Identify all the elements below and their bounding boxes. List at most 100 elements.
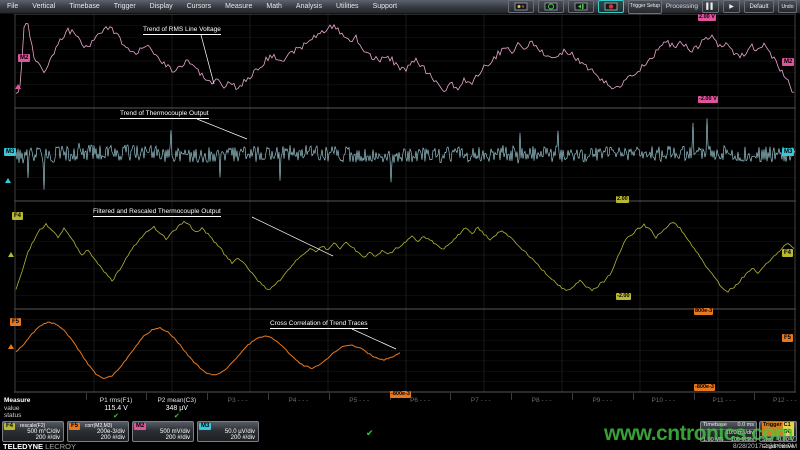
status-check-icon: ✔ — [366, 428, 374, 439]
datetime-display: 8/28/2017 2:21:08 PM — [733, 443, 797, 450]
menu-measure[interactable]: Measure — [218, 0, 259, 13]
trace-tag-M2[interactable]: M2 — [782, 58, 794, 66]
measure-col-1-value: 115.4 V — [81, 405, 151, 412]
menu-vertical[interactable]: Vertical — [25, 0, 62, 13]
descriptor-F4-tab: F4 — [4, 423, 15, 430]
trace-offset-marker[interactable] — [15, 84, 21, 89]
measure-col-1-header[interactable]: P1 rms(F1) — [81, 397, 151, 404]
trace-tag-M3[interactable]: M3 — [4, 148, 16, 156]
menu-file[interactable]: File — [0, 0, 25, 13]
value-row-label: value — [4, 405, 20, 412]
descriptor-F5-points: 200 #/div — [101, 435, 125, 441]
descriptor-F4-points: 200 #/div — [36, 435, 60, 441]
trigger-setup-button[interactable]: Trigger Setup — [628, 0, 662, 14]
default-button[interactable]: Default — [744, 0, 774, 13]
measure-col-1-status: ✔ — [81, 412, 151, 420]
trace-tag-F4[interactable]: F4 — [782, 249, 793, 257]
timebase-samples: 1.00 MS — [703, 437, 723, 444]
descriptor-M3[interactable]: M350.0 µV/div200 #/div — [197, 421, 259, 442]
brand-teledyne: TELEDYNE — [3, 442, 43, 450]
trace-tag-F5[interactable]: F5 — [10, 318, 21, 326]
measure-col-11-header[interactable]: P11 - - - — [689, 397, 759, 404]
menu-bar: FileVerticalTimebaseTriggerDisplayCursor… — [0, 0, 800, 14]
menu-analysis[interactable]: Analysis — [289, 0, 329, 13]
oscilloscope-screen: FileVerticalTimebaseTriggerDisplayCursor… — [0, 0, 800, 450]
trace-tag-M2[interactable]: M2 — [18, 54, 30, 62]
stop-trigger-icon-button[interactable] — [598, 0, 624, 13]
measure-col-12-header[interactable]: P12 - - - — [750, 397, 800, 404]
trace-tag-M3[interactable]: M3 — [782, 148, 794, 156]
measure-col-2-header[interactable]: P2 mean(C3) — [142, 397, 212, 404]
measure-col-9-header[interactable]: P9 - - - — [567, 397, 637, 404]
trace-M2 — [16, 24, 794, 94]
timebase-offset: 0.0 ms — [737, 422, 754, 429]
menu-display[interactable]: Display — [143, 0, 180, 13]
descriptor-M3-tab: M3 — [199, 423, 211, 430]
scale-tag: -800e-3 — [390, 391, 411, 398]
annotation-3: Filtered and Rescaled Thermocouple Outpu… — [93, 208, 221, 217]
trace-tag-F4[interactable]: F4 — [12, 212, 23, 220]
trace-offset-marker[interactable] — [8, 252, 14, 257]
trace-offset-marker[interactable] — [5, 178, 11, 183]
display-grid-icon-button[interactable] — [508, 0, 534, 13]
scale-tag: 2.00 — [616, 196, 629, 203]
play-icon: ▶ — [729, 3, 734, 10]
cursors-icon-button[interactable] — [568, 0, 594, 13]
descriptor-M2-points: 200 #/div — [166, 435, 190, 441]
menu-utilities[interactable]: Utilities — [329, 0, 366, 13]
measure-col-7-header[interactable]: P7 - - - — [446, 397, 516, 404]
measure-col-6-header[interactable]: P6 - - - — [385, 397, 455, 404]
pause-icon: ▌▌ — [706, 4, 715, 10]
timebase-label: Timebase — [703, 422, 727, 429]
trace-offset-marker[interactable] — [8, 344, 14, 349]
descriptor-M2-tab: M2 — [134, 423, 146, 430]
play-button[interactable]: ▶ — [723, 0, 740, 13]
descriptor-F5-tab: F5 — [69, 423, 80, 430]
trigger-summary-box[interactable]: Trigger C1 DC Stop 0.00 V Edge Positive — [759, 421, 797, 442]
menu-cursors[interactable]: Cursors — [180, 0, 219, 13]
undo-button[interactable]: Undo — [778, 0, 797, 13]
trace-M3 — [16, 118, 795, 189]
toolbar-right: Trigger Setup Processing ▌▌ ▶ Default Un… — [508, 0, 800, 14]
cursors-icon — [574, 2, 588, 11]
trigger-label: Trigger — [762, 422, 783, 436]
default-button-label: Default — [749, 4, 768, 10]
measure-row-label: Measure — [4, 397, 30, 404]
brand-logo: TELEDYNE LECROY — [3, 442, 76, 450]
descriptor-F5[interactable]: F5corr(M2,M3)200e-3/div200 #/div — [67, 421, 129, 442]
stop-trigger-icon — [604, 2, 618, 11]
measure-col-2-value: 348 µV — [142, 405, 212, 412]
timebase-scale: 10.0 ms/div — [726, 430, 754, 437]
menu-items: FileVerticalTimebaseTriggerDisplayCursor… — [0, 0, 404, 13]
measure-col-4-header[interactable]: P4 - - - — [263, 397, 333, 404]
measure-col-5-header[interactable]: P5 - - - — [324, 397, 394, 404]
annotation-leader-line — [197, 119, 247, 139]
trigger-source: C1 DC — [783, 422, 794, 436]
pause-button[interactable]: ▌▌ — [702, 0, 719, 13]
scale-tag: -2.00 — [616, 293, 631, 300]
trigger-setup-label: Trigger Setup — [630, 4, 660, 10]
waveform-display — [0, 13, 800, 393]
zoom-icon-button[interactable] — [538, 0, 564, 13]
descriptor-M2[interactable]: M2500 mV/div200 #/div — [132, 421, 194, 442]
scale-tag: 2.00 V — [698, 14, 716, 21]
annotation-2: Trend of Thermocouple Output — [120, 110, 209, 119]
descriptor-F4[interactable]: F4rescale(F2)500 m°C/div200 #/div — [2, 421, 64, 442]
annotation-leader-line — [201, 35, 214, 84]
annotation-1: Trend of RMS Line Voltage — [143, 26, 221, 35]
measure-col-10-header[interactable]: P10 - - - — [628, 397, 698, 404]
zoom-icon — [544, 2, 558, 11]
measure-col-3-header[interactable]: P3 - - - — [203, 397, 273, 404]
timebase-summary-box[interactable]: Timebase 0.0 ms 10.0 ms/div 1.00 MS 100 … — [700, 421, 757, 442]
annotation-4: Cross Correlation of Trend Traces — [270, 320, 368, 329]
status-row-label: status — [4, 412, 21, 419]
measure-col-8-header[interactable]: P8 - - - — [507, 397, 577, 404]
trace-tag-F5[interactable]: F5 — [782, 334, 793, 342]
display-grid-icon — [514, 2, 528, 11]
menu-trigger[interactable]: Trigger — [107, 0, 143, 13]
measure-col-2-status: ✔ — [142, 412, 212, 420]
menu-support[interactable]: Support — [366, 0, 405, 13]
processing-status: Processing — [666, 3, 698, 10]
menu-timebase[interactable]: Timebase — [62, 0, 106, 13]
menu-math[interactable]: Math — [259, 0, 289, 13]
